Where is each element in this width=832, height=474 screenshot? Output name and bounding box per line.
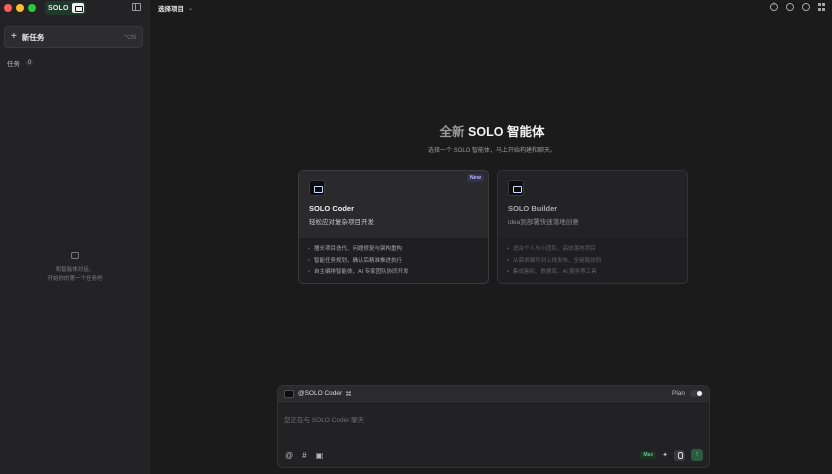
new-task-label: 新任务	[21, 32, 45, 42]
card-feature: 智能任务规划，确认后精准推进执行	[308, 256, 479, 268]
new-task-button[interactable]: + 新任务 ⌥N	[4, 26, 143, 48]
sidebar: SOLO + 新任务 ⌥N 任务 0 和智能体对话， 开始你的第一个任务吧	[0, 0, 150, 474]
account-icon[interactable]	[802, 3, 810, 11]
card-feature: 自主编排智能体，AI 专家团队协同开发	[308, 267, 479, 279]
mention-icon[interactable]: @	[285, 451, 293, 460]
agent-card-solo-builder[interactable]: SOLO Builder idea到部署快速落地创意 适合个人与小团队，高效落地…	[497, 170, 688, 284]
composer-footer: @ # ▣ Max ✦ ↑	[285, 449, 703, 461]
minimize-window-button[interactable]	[16, 4, 24, 12]
agent-cards: New SOLO Coder 轻松应对复杂项目开发 擅长项目迭代、问题修复与架构…	[298, 170, 688, 284]
card-feature: 集成鉴权、数据库、AI 服务等工具	[507, 267, 678, 279]
hero-title-prefix: 全新	[439, 125, 465, 139]
add-circle-icon[interactable]	[770, 1, 778, 11]
tasks-count-badge: 0	[25, 60, 35, 66]
tools-icon[interactable]: ⌘	[345, 390, 352, 398]
card-feature: 从需求编写到上线发布，全链路协同	[507, 256, 678, 268]
active-agent-label[interactable]: @SOLO Coder	[298, 390, 342, 397]
tasks-label: 任务	[7, 61, 20, 68]
card-description: idea到部署快速落地创意	[508, 219, 579, 226]
empty-state-line1: 和智能体对话，	[55, 267, 95, 273]
tasks-header: 任务 0	[7, 58, 35, 68]
card-header: SOLO Builder idea到部署快速落地创意	[498, 171, 687, 238]
plan-label: Plan	[671, 390, 685, 397]
empty-state-line2: 开始你的第一个任务吧	[47, 276, 103, 282]
card-name: SOLO Coder	[309, 204, 355, 213]
toggle-sidebar-icon[interactable]	[132, 3, 141, 11]
chat-composer: @SOLO Coder ⌘ Plan @ # ▣ Max ✦ ↑	[277, 385, 710, 468]
top-toolbar	[770, 1, 826, 11]
card-feature-list: 适合个人与小团队，高效落地项目 从需求编写到上线发布，全链路协同 集成鉴权、数据…	[498, 238, 687, 279]
send-button[interactable]: ↑	[691, 449, 703, 461]
maximize-window-button[interactable]	[28, 4, 36, 12]
window-controls	[4, 4, 36, 12]
chat-bubble-icon	[71, 252, 79, 259]
robot-icon	[71, 3, 84, 13]
sparkle-icon[interactable]: ✦	[662, 451, 668, 459]
hero-subtitle: 选择一个 SOLO 智能体，马上开始构建和聊天。	[427, 148, 556, 154]
robot-icon	[309, 180, 325, 196]
robot-icon	[284, 389, 294, 398]
hashtag-icon[interactable]: #	[302, 451, 306, 460]
new-badge: New	[466, 174, 484, 182]
settings-icon[interactable]	[786, 3, 794, 11]
card-feature: 适合个人与小团队，高效落地项目	[507, 244, 678, 256]
max-mode-badge[interactable]: Max	[640, 451, 657, 459]
hero-title: 全新 SOLO 智能体	[0, 121, 832, 140]
solo-brand-toggle[interactable]: SOLO	[45, 1, 86, 15]
agent-card-solo-coder[interactable]: New SOLO Coder 轻松应对复杂项目开发 擅长项目迭代、问题修复与架构…	[298, 170, 489, 284]
chat-input[interactable]	[284, 408, 704, 432]
image-icon[interactable]: ▣	[316, 451, 324, 460]
empty-state: 和智能体对话， 开始你的第一个任务吧	[0, 252, 150, 284]
composer-header: @SOLO Coder ⌘ Plan	[278, 386, 709, 402]
card-feature-list: 擅长项目迭代、问题修复与架构重构 智能任务规划，确认后精准推进执行 自主编排智能…	[299, 238, 488, 279]
chevron-down-icon: ⌄	[188, 5, 194, 12]
microphone-icon[interactable]	[674, 449, 685, 461]
apps-grid-icon[interactable]	[818, 3, 826, 11]
composer-actions: Max ✦ ↑	[640, 449, 703, 461]
plan-toggle[interactable]	[690, 390, 703, 397]
new-task-shortcut: ⌥N	[123, 34, 136, 41]
project-selector[interactable]: 选择项目 ⌄	[158, 3, 194, 14]
hero-title-main: SOLO 智能体	[468, 125, 545, 139]
card-description: 轻松应对复杂项目开发	[309, 219, 374, 226]
brand-label: SOLO	[48, 4, 69, 12]
card-feature: 擅长项目迭代、问题修复与架构重构	[308, 244, 479, 256]
card-header: New SOLO Coder 轻松应对复杂项目开发	[299, 171, 488, 238]
card-name: SOLO Builder	[508, 204, 558, 213]
robot-icon	[508, 180, 524, 196]
close-window-button[interactable]	[4, 4, 12, 12]
plan-mode-control: Plan	[672, 390, 703, 397]
project-selector-label: 选择项目	[158, 6, 184, 13]
plus-icon: +	[11, 31, 17, 42]
